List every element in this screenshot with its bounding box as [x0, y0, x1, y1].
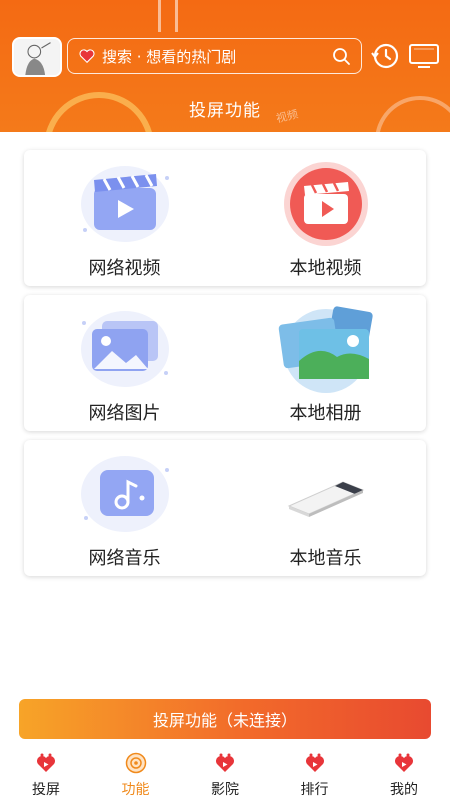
network-image-button[interactable]: 网络图片	[24, 295, 225, 431]
tab-ranking-label: 排行	[300, 782, 329, 798]
local-video-label: 本地视频	[289, 258, 362, 279]
user-avatar[interactable]	[12, 37, 62, 77]
local-music-button[interactable]: 本地音乐	[225, 440, 426, 576]
network-image-label: 网络图片	[88, 403, 161, 424]
search-icon[interactable]	[331, 46, 351, 66]
network-music-label: 网络音乐	[88, 548, 161, 569]
header-decoration	[158, 0, 178, 32]
search-placeholder: 搜索 · 想看的热门剧	[102, 47, 237, 66]
cast-connect-button[interactable]: 投屏功能（未连接）	[19, 699, 431, 739]
local-video-icon	[283, 162, 368, 246]
tab-function[interactable]: 功能	[110, 748, 162, 800]
network-video-label: 网络视频	[88, 258, 161, 279]
local-music-label: 本地音乐	[289, 548, 362, 569]
tab-cast[interactable]: 投屏	[20, 748, 72, 800]
music-card: 网络音乐 本地音乐	[24, 440, 426, 576]
bottom-nav: 投屏 功能 影院 排行 我的	[0, 748, 450, 800]
network-video-button[interactable]: 网络视频	[24, 150, 225, 286]
heart-icon	[79, 49, 95, 64]
network-video-icon	[80, 166, 169, 242]
local-album-button[interactable]: 本地相册	[225, 295, 426, 431]
local-video-button[interactable]: 本地视频	[225, 150, 426, 286]
page-title: 投屏功能	[189, 101, 261, 121]
local-album-label: 本地相册	[289, 403, 362, 424]
tab-function-label: 功能	[121, 782, 150, 798]
cinema-icon	[216, 753, 234, 772]
cast-icon	[37, 753, 55, 772]
profile-icon	[395, 753, 413, 772]
image-card: 网络图片 本地相册	[24, 295, 426, 431]
tab-profile[interactable]: 我的	[378, 748, 430, 800]
local-music-icon	[287, 481, 364, 517]
ranking-icon	[305, 753, 324, 772]
network-image-icon	[80, 311, 169, 387]
tab-cinema[interactable]: 影院	[199, 748, 251, 800]
tab-cinema-label: 影院	[211, 782, 239, 798]
function-icon	[125, 752, 146, 774]
avatar-illustration-icon	[14, 39, 60, 75]
tab-ranking[interactable]: 排行	[289, 748, 341, 800]
header-bar: 视频 搜索 · 想看的热门剧 投屏功能	[0, 0, 450, 132]
search-bar[interactable]: 搜索 · 想看的热门剧	[67, 38, 362, 74]
video-card: 网络视频 本地视频	[24, 150, 426, 286]
network-music-button[interactable]: 网络音乐	[24, 440, 225, 576]
screen-cast-icon[interactable]	[408, 43, 440, 69]
history-icon[interactable]	[369, 40, 401, 72]
local-album-icon	[278, 306, 373, 393]
tab-cast-label: 投屏	[32, 782, 60, 798]
tab-profile-label: 我的	[390, 782, 418, 798]
network-music-icon	[80, 456, 169, 532]
